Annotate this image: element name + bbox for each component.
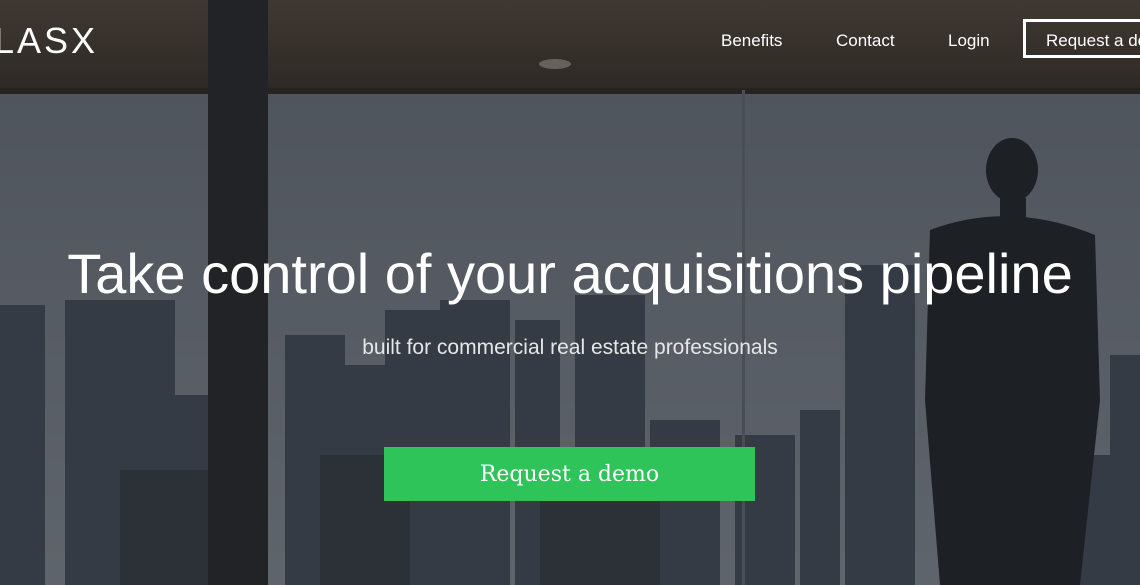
hero-section: LASX Benefits Contact Login Request a de… — [0, 0, 1140, 585]
top-navigation: LASX Benefits Contact Login Request a de… — [0, 0, 1140, 82]
nav-request-demo-button[interactable]: Request a demo — [1023, 19, 1140, 58]
nav-link-benefits[interactable]: Benefits — [721, 31, 782, 51]
nav-links: Benefits Contact Login — [0, 31, 1140, 55]
nav-link-login[interactable]: Login — [948, 31, 990, 51]
hero-subheadline: built for commercial real estate profess… — [362, 336, 778, 359]
nav-link-contact[interactable]: Contact — [836, 31, 895, 51]
hero-request-demo-button[interactable]: Request a demo — [384, 447, 755, 501]
hero-headline: Take control of your acquisitions pipeli… — [67, 242, 1073, 305]
